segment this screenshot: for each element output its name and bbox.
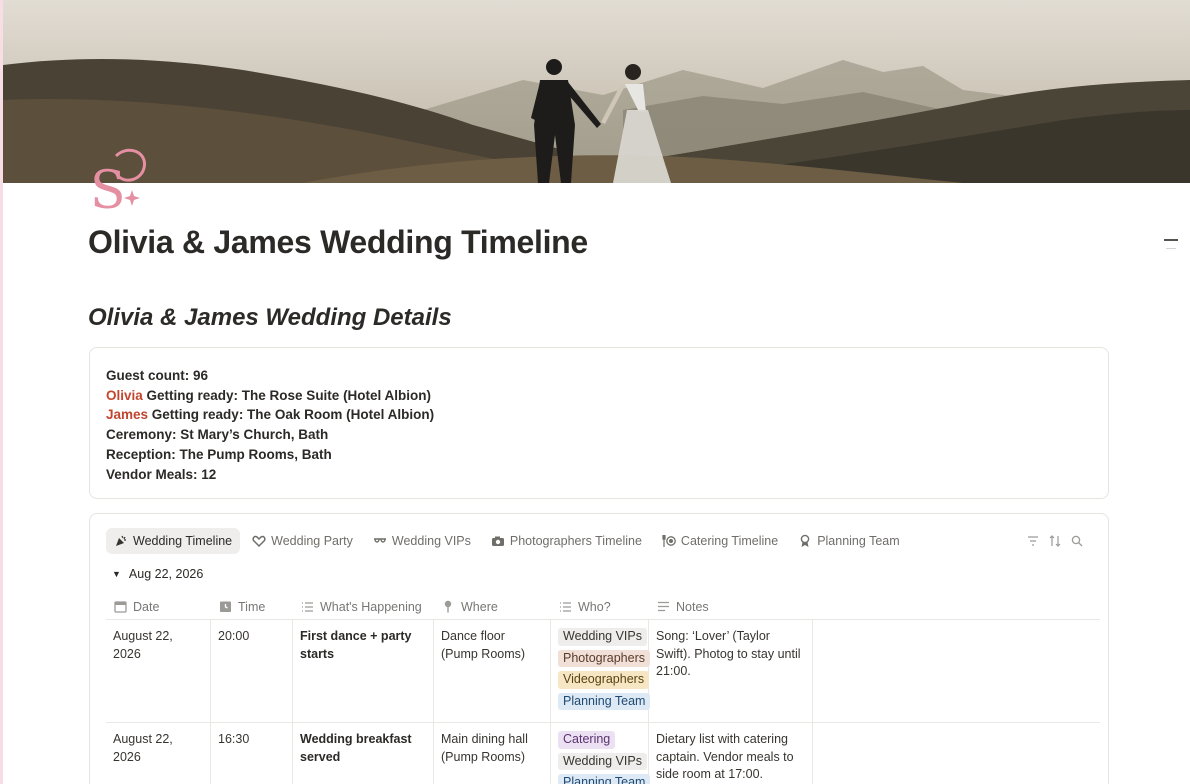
tab-label: Wedding VIPs bbox=[391, 534, 471, 548]
table-header: Date Time What's Happening Where Who? No… bbox=[106, 594, 1100, 620]
column-header-notes[interactable]: Notes bbox=[649, 594, 813, 619]
tab-catering-timeline[interactable]: Catering Timeline bbox=[654, 528, 786, 554]
column-label: Notes bbox=[676, 599, 709, 614]
column-header-spacer bbox=[813, 594, 1100, 619]
cell-where[interactable]: Main dining hall (Pump Rooms) bbox=[434, 723, 551, 784]
column-header-where[interactable]: Where bbox=[434, 594, 551, 619]
tab-wedding-timeline[interactable]: Wedding Timeline bbox=[106, 528, 241, 554]
table-row[interactable]: August 22, 2026 20:00 First dance + part… bbox=[106, 620, 1100, 723]
camera-icon bbox=[491, 534, 505, 548]
clock-icon bbox=[218, 600, 232, 614]
tab-label: Wedding Timeline bbox=[133, 534, 233, 548]
tab-label: Photographers Timeline bbox=[509, 534, 642, 548]
james-ready-text: Getting ready: The Oak Room (Hotel Albio… bbox=[148, 407, 435, 423]
tab-wedding-party[interactable]: Wedding Party bbox=[244, 528, 361, 554]
text-icon bbox=[656, 600, 670, 614]
tab-label: Planning Team bbox=[817, 534, 900, 548]
cell-time[interactable]: 16:30 bbox=[211, 723, 293, 784]
james-getting-ready: James Getting ready: The Oak Room (Hotel… bbox=[106, 405, 1092, 425]
cell-date[interactable]: August 22, 2026 bbox=[106, 723, 211, 784]
olivia-getting-ready: Olivia Getting ready: The Rose Suite (Ho… bbox=[106, 386, 1092, 406]
olivia-ready-text: Getting ready: The Rose Suite (Hotel Alb… bbox=[142, 387, 432, 403]
column-label: Time bbox=[238, 599, 266, 614]
who-tag: Catering bbox=[558, 731, 616, 749]
james-name: James bbox=[106, 407, 149, 423]
brand-logo: S bbox=[88, 146, 150, 221]
cell-empty bbox=[813, 620, 1100, 722]
column-label: What's Happening bbox=[320, 599, 422, 614]
column-header-who[interactable]: Who? bbox=[551, 594, 649, 619]
sunglasses-icon bbox=[373, 534, 387, 548]
search-icon[interactable] bbox=[1066, 532, 1088, 550]
who-tag-list: Wedding VIPs Photographers Videographers… bbox=[558, 628, 651, 714]
view-tabs: Wedding Timeline Wedding Party Wedding V… bbox=[106, 528, 912, 554]
table-row[interactable]: August 22, 2026 16:30 Wedding breakfast … bbox=[106, 723, 1100, 784]
cell-date[interactable]: August 22, 2026 bbox=[106, 620, 211, 722]
timeline-table: Date Time What's Happening Where Who? No… bbox=[106, 594, 1100, 784]
plate-cutlery-icon bbox=[662, 534, 676, 548]
who-tag: Planning Team bbox=[558, 692, 651, 710]
olivia-name: Olivia bbox=[106, 387, 143, 403]
rosette-icon bbox=[798, 534, 812, 548]
column-label: Date bbox=[133, 599, 160, 614]
cell-whats-happening[interactable]: Wedding breakfast served bbox=[293, 723, 434, 784]
who-tag: Wedding VIPs bbox=[558, 752, 647, 770]
cell-whats-happening[interactable]: First dance + party starts bbox=[293, 620, 434, 722]
cell-who[interactable]: Catering Wedding VIPs Planning Team bbox=[551, 723, 651, 784]
party-popper-icon bbox=[114, 534, 128, 548]
column-header-date[interactable]: Date bbox=[106, 594, 211, 619]
details-heading: Olivia & James Wedding Details bbox=[88, 304, 452, 331]
cell-empty bbox=[813, 723, 1100, 784]
column-label: Where bbox=[461, 599, 498, 614]
column-header-time[interactable]: Time bbox=[211, 594, 293, 619]
list-icon bbox=[558, 600, 572, 614]
filter-icon[interactable] bbox=[1022, 532, 1044, 550]
outline-menu-icon-line bbox=[1166, 248, 1176, 249]
who-tag-list: Catering Wedding VIPs Planning Team bbox=[558, 731, 651, 784]
triangle-down-icon: ▼ bbox=[112, 569, 121, 579]
cell-where[interactable]: Dance floor (Pump Rooms) bbox=[434, 620, 551, 722]
cell-notes[interactable]: Dietary list with catering captain. Vend… bbox=[649, 723, 813, 784]
who-tag: Videographers bbox=[558, 671, 650, 689]
vendor-meals-info: Vendor Meals: 12 bbox=[106, 466, 217, 482]
ceremony-info: Ceremony: St Mary’s Church, Bath bbox=[106, 427, 329, 443]
tab-label: Catering Timeline bbox=[680, 534, 779, 548]
who-tag: Wedding VIPs bbox=[558, 628, 647, 646]
page-title: Olivia & James Wedding Timeline bbox=[88, 224, 588, 260]
cell-who[interactable]: Wedding VIPs Photographers Videographers… bbox=[551, 620, 651, 722]
reception-info: Reception: The Pump Rooms, Bath bbox=[106, 446, 332, 462]
calendar-icon bbox=[113, 600, 127, 614]
who-tag: Planning Team bbox=[558, 774, 651, 784]
svg-text:S: S bbox=[90, 161, 126, 216]
column-label: Who? bbox=[578, 599, 611, 614]
tab-label: Wedding Party bbox=[271, 534, 353, 548]
who-tag: Photographers bbox=[558, 649, 651, 667]
pin-icon bbox=[441, 600, 455, 614]
cell-notes[interactable]: Song: ‘Lover’ (Taylor Swift). Photog to … bbox=[649, 620, 813, 722]
guest-count: Guest count: 96 bbox=[106, 368, 209, 383]
column-header-whats-happening[interactable]: What's Happening bbox=[293, 594, 434, 619]
outline-menu-icon[interactable] bbox=[1164, 239, 1178, 241]
details-callout: Guest count: 96 Olivia Getting ready: Th… bbox=[89, 347, 1109, 499]
timeline-database: Wedding Timeline Wedding Party Wedding V… bbox=[89, 513, 1109, 784]
database-toolbar bbox=[1022, 532, 1088, 550]
list-icon bbox=[300, 600, 314, 614]
tab-photographers-timeline[interactable]: Photographers Timeline bbox=[483, 528, 650, 554]
sort-icon[interactable] bbox=[1044, 532, 1066, 550]
tab-planning-team[interactable]: Planning Team bbox=[790, 528, 907, 554]
hearts-icon bbox=[252, 534, 266, 548]
tab-wedding-vips[interactable]: Wedding VIPs bbox=[365, 528, 479, 554]
group-label: Aug 22, 2026 bbox=[128, 567, 204, 581]
cell-time[interactable]: 20:00 bbox=[211, 620, 293, 722]
cover-image bbox=[3, 0, 1190, 183]
group-toggle[interactable]: ▼ Aug 22, 2026 bbox=[112, 567, 203, 581]
